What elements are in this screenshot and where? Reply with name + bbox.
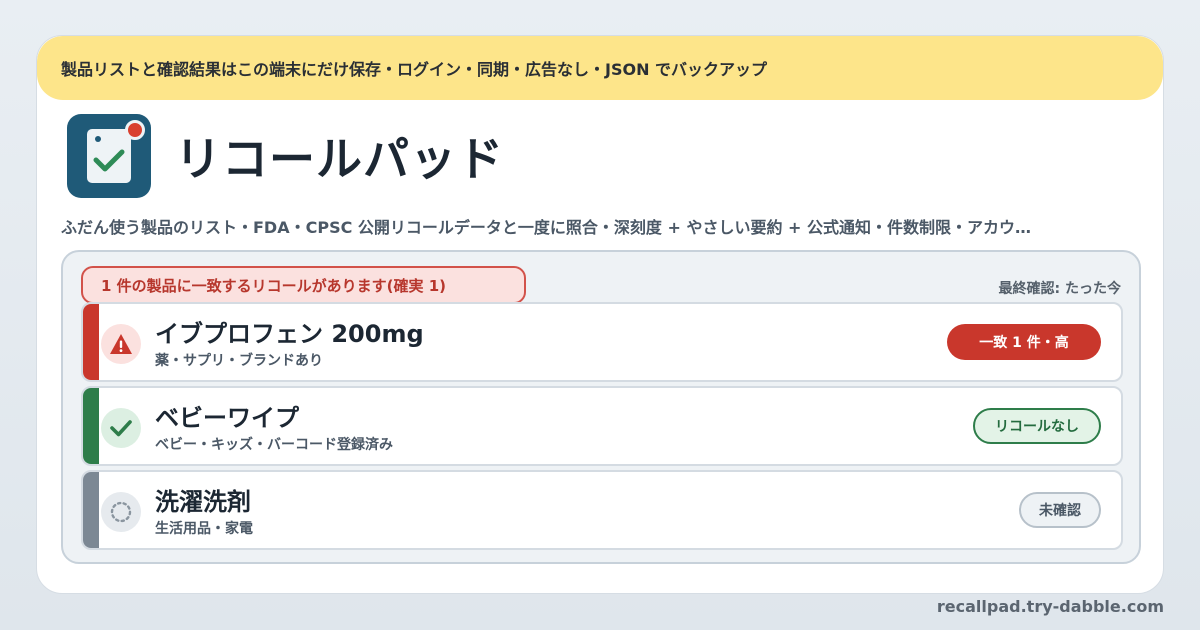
promo-card: 製品リストと確認結果はこの端末にだけ保存・ログイン・同期・広告なし・JSON で… — [36, 35, 1164, 594]
app-title: リコールパッド — [175, 132, 504, 186]
product-category: 薬・サプリ・ブランドあり — [155, 353, 323, 369]
clipboard-check-icon — [67, 114, 151, 198]
privacy-banner: 製品リストと確認結果はこの端末にだけ保存・ログイン・同期・広告なし・JSON で… — [37, 36, 1163, 100]
product-row[interactable]: ベビーワイプ ベビー・キッズ・バーコード登録済み リコールなし — [81, 386, 1123, 466]
app-subtitle: ふだん使う製品のリスト・FDA・CPSC 公開リコールデータと一度に照合・深刻度… — [61, 218, 1031, 237]
product-name: ベビーワイプ — [155, 404, 299, 432]
severity-stripe — [83, 472, 99, 548]
match-summary-badge: 1 件の製品に一致するリコールがあります(確実 1) — [81, 266, 526, 304]
product-row[interactable]: イブプロフェン 200mg 薬・サプリ・ブランドあり 一致 1 件・高 — [81, 302, 1123, 382]
app-icon-dot — [95, 136, 101, 142]
check-icon — [101, 408, 141, 448]
product-panel: 1 件の製品に一致するリコールがあります(確実 1) 最終確認: たった今 イブ… — [61, 250, 1141, 564]
severity-stripe — [83, 304, 99, 380]
product-category: ベビー・キッズ・バーコード登録済み — [155, 437, 393, 453]
no-recall-badge[interactable]: リコールなし — [973, 408, 1101, 444]
app-icon-check — [93, 149, 125, 172]
unchecked-badge[interactable]: 未確認 — [1019, 492, 1101, 528]
product-category: 生活用品・家電 — [155, 521, 253, 537]
notification-dot — [125, 120, 145, 140]
privacy-banner-text: 製品リストと確認結果はこの端末にだけ保存・ログイン・同期・広告なし・JSON で… — [61, 60, 768, 79]
last-checked-label: 最終確認: たった今 — [998, 281, 1121, 297]
pending-icon — [101, 492, 141, 532]
warning-icon — [101, 324, 141, 364]
severity-stripe — [83, 388, 99, 464]
product-row[interactable]: 洗濯洗剤 生活用品・家電 未確認 — [81, 470, 1123, 550]
footer-url[interactable]: recallpad.try-dabble.com — [937, 597, 1164, 616]
match-summary-text: 1 件の製品に一致するリコールがあります(確実 1) — [101, 276, 447, 295]
product-name: 洗濯洗剤 — [155, 488, 251, 516]
app-header: リコールパッド — [67, 114, 504, 198]
product-name: イブプロフェン 200mg — [155, 320, 424, 348]
recall-status-badge[interactable]: 一致 1 件・高 — [947, 324, 1101, 360]
